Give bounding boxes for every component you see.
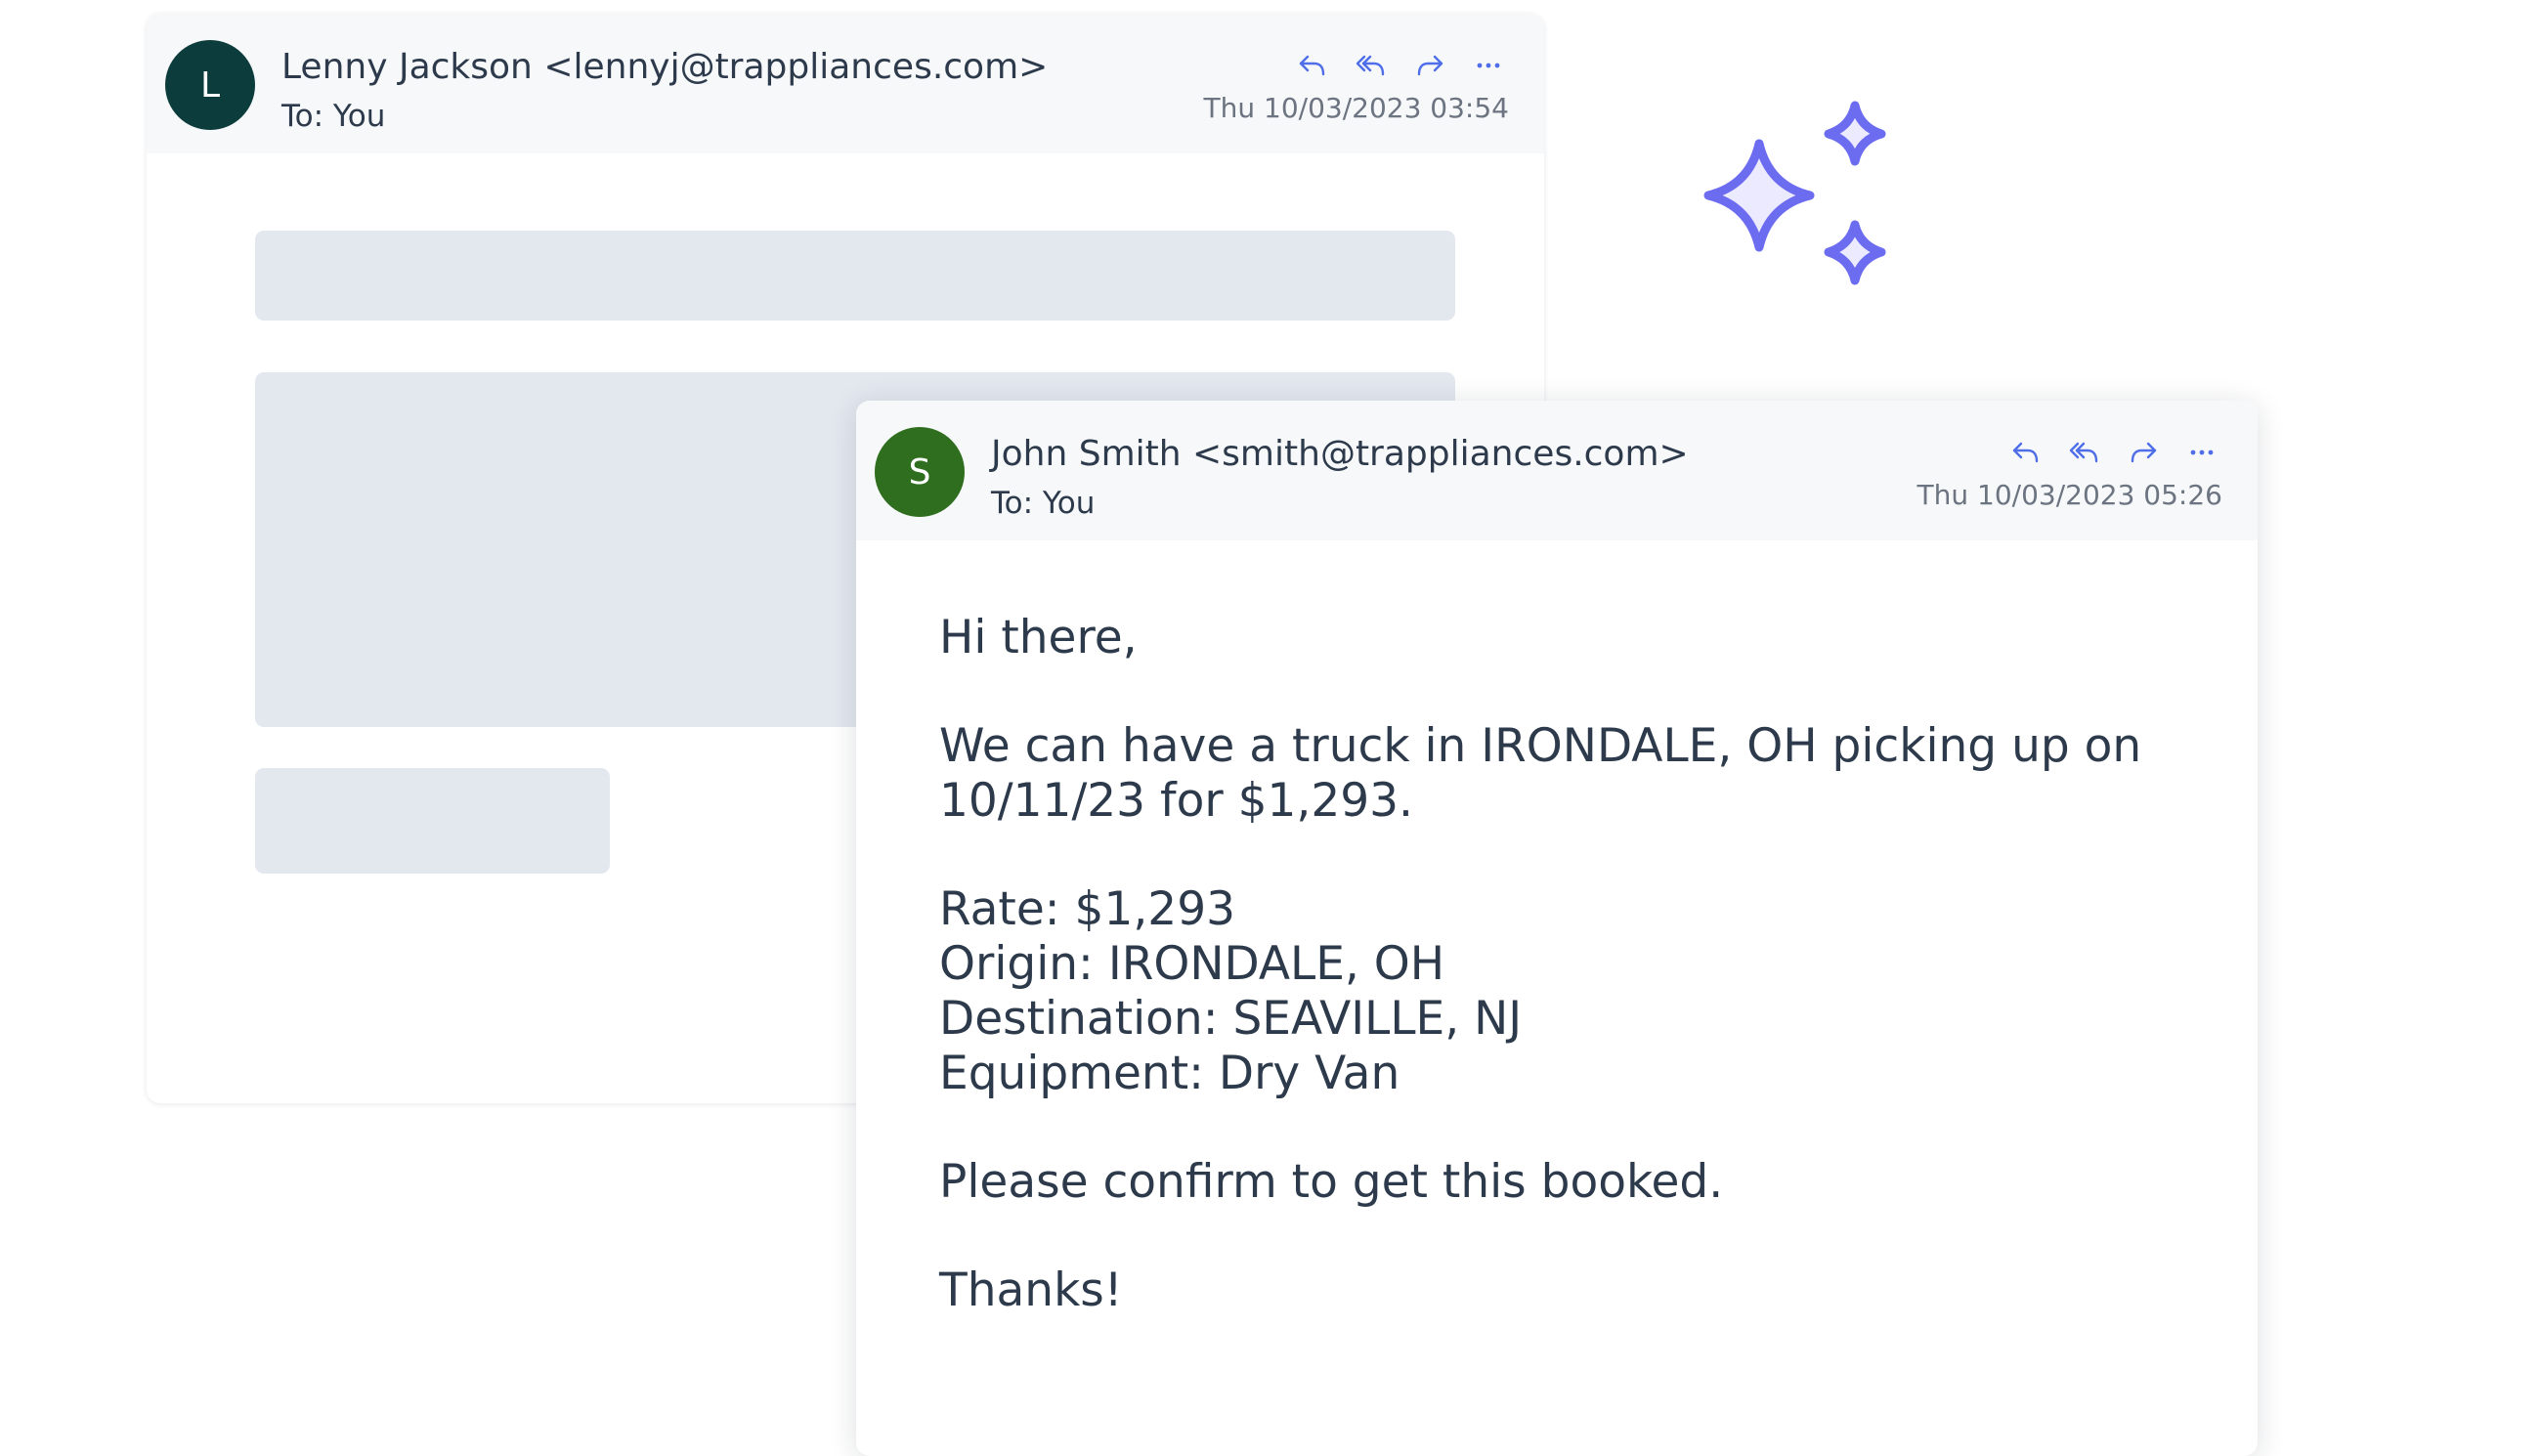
- greeting: Hi there,: [939, 611, 1138, 664]
- email-card-john: S John Smith <smith@trappliances.com> To…: [856, 401, 2258, 1456]
- sender-name: John Smith <smith@trappliances.com>: [991, 434, 1689, 474]
- reply-button[interactable]: [1292, 49, 1333, 82]
- email-body: Hi there, We can have a truck in IRONDAL…: [939, 611, 2210, 1318]
- reply-all-icon: [1356, 55, 1385, 76]
- forward-button[interactable]: [1409, 49, 1450, 82]
- skeleton-button: [255, 768, 610, 874]
- email-date: Thu 10/03/2023 03:54: [1203, 92, 1509, 124]
- more-button[interactable]: [2181, 436, 2222, 469]
- signoff: Thanks!: [939, 1263, 1123, 1317]
- email-header: S John Smith <smith@trappliances.com> To…: [856, 401, 2258, 540]
- reply-icon: [1299, 55, 1325, 76]
- skeleton-line: [255, 231, 1455, 321]
- destination-line: Destination: SEAVILLE, NJ: [939, 992, 1523, 1046]
- avatar-initial: L: [199, 64, 221, 106]
- reply-icon: [2012, 442, 2039, 463]
- email-date: Thu 10/03/2023 05:26: [1917, 479, 2222, 511]
- more-button[interactable]: [1468, 49, 1509, 82]
- confirm-line: Please confirm to get this booked.: [939, 1155, 1724, 1209]
- avatar: S: [875, 427, 965, 517]
- rate-line: Rate: $1,293: [939, 882, 1235, 936]
- message-actions: [1292, 49, 1509, 82]
- more-icon: [2190, 450, 2214, 455]
- reply-all-button[interactable]: [1351, 49, 1392, 82]
- recipient-line: To: You: [281, 99, 386, 134]
- reply-all-icon: [2069, 442, 2098, 463]
- recipient-line: To: You: [991, 486, 1096, 521]
- reply-all-button[interactable]: [2064, 436, 2105, 469]
- forward-icon: [2131, 442, 2157, 463]
- reply-button[interactable]: [2005, 436, 2046, 469]
- more-icon: [1477, 63, 1500, 68]
- forward-button[interactable]: [2123, 436, 2164, 469]
- body-line: 10/11/23 for $1,293.: [939, 774, 1413, 828]
- equipment-line: Equipment: Dry Van: [939, 1047, 1400, 1100]
- origin-line: Origin: IRONDALE, OH: [939, 937, 1445, 991]
- message-actions: [2005, 436, 2222, 469]
- avatar-initial: S: [908, 451, 931, 492]
- avatar: L: [165, 40, 255, 130]
- sender-name: Lenny Jackson <lennyj@trappliances.com>: [281, 47, 1049, 87]
- forward-icon: [1417, 55, 1443, 76]
- body-line: We can have a truck in IRONDALE, OH pick…: [939, 719, 2142, 773]
- email-header: L Lenny Jackson <lennyj@trappliances.com…: [147, 14, 1544, 153]
- sparkles-icon: [1703, 101, 1886, 285]
